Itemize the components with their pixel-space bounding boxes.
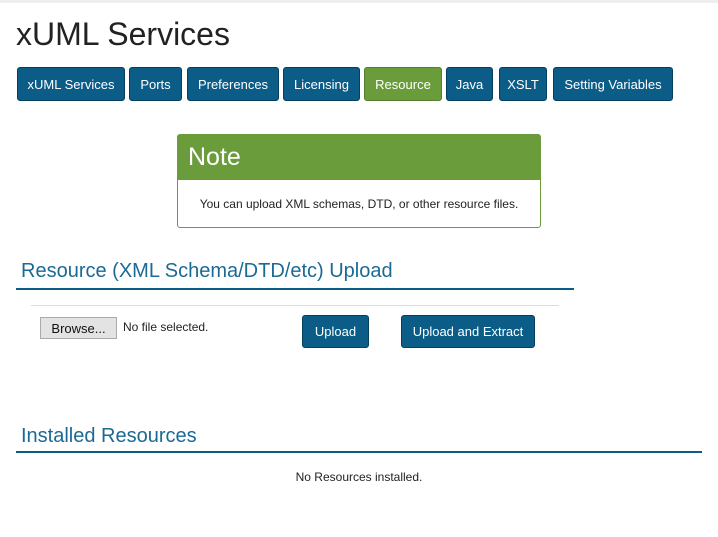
browse-button[interactable]: Browse... (40, 317, 117, 339)
note-box: Note You can upload XML schemas, DTD, or… (177, 134, 541, 228)
installed-heading: Installed Resources (16, 425, 702, 453)
file-status: No file selected. (123, 320, 209, 334)
top-bar (0, 0, 718, 3)
tab-resource[interactable]: Resource (364, 67, 442, 101)
tab-xslt[interactable]: XSLT (499, 67, 547, 101)
upload-and-extract-button[interactable]: Upload and Extract (401, 315, 535, 348)
tab-preferences[interactable]: Preferences (187, 67, 279, 101)
tab-xuml-services[interactable]: xUML Services (17, 67, 125, 101)
tab-setting-variables[interactable]: Setting Variables (553, 67, 673, 101)
tab-ports[interactable]: Ports (129, 67, 182, 101)
tab-java[interactable]: Java (446, 67, 493, 101)
no-resources-text: No Resources installed. (295, 470, 423, 484)
note-text: You can upload XML schemas, DTD, or othe… (199, 197, 519, 211)
page-title: xUML Services (16, 16, 230, 52)
note-title: Note (178, 135, 540, 180)
divider (31, 305, 559, 306)
upload-heading: Resource (XML Schema/DTD/etc) Upload (16, 260, 574, 290)
tab-licensing[interactable]: Licensing (283, 67, 360, 101)
upload-button[interactable]: Upload (302, 315, 369, 348)
